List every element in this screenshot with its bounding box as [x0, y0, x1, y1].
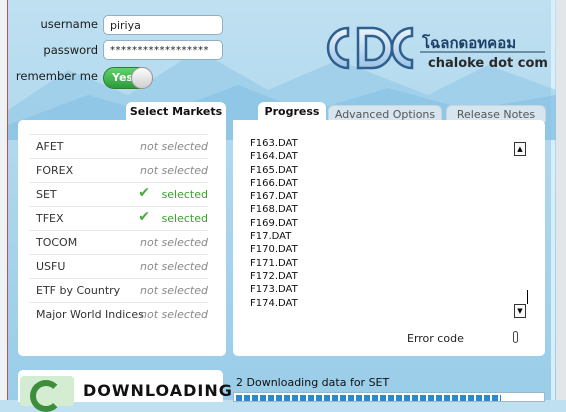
market-status: not selected	[140, 308, 208, 321]
select-markets-title: Select Markets	[126, 102, 226, 122]
market-row-tocom[interactable]: TOCOM not selected	[30, 230, 208, 255]
market-row-major-world-indices[interactable]: Major World Indices not selected	[30, 302, 208, 327]
market-name: TFEX	[36, 212, 64, 225]
download-file-list: F163.DAT F164.DAT F165.DAT F166.DAT F167.DAT…	[250, 137, 380, 310]
market-name: AFET	[36, 140, 64, 153]
file-list-item: F172.DAT	[250, 270, 298, 282]
market-row-afet[interactable]: AFET not selected	[30, 134, 208, 159]
market-row-forex[interactable]: FOREX not selected	[30, 158, 208, 183]
file-list-item: F174.DAT	[250, 297, 298, 309]
toggle-label: Yes	[112, 71, 133, 84]
market-status: not selected	[140, 284, 208, 297]
file-list-item: F173.DAT	[250, 284, 298, 296]
window-left-frame	[0, 0, 8, 400]
download-progress-fill	[236, 395, 501, 401]
market-row-set[interactable]: SET ✔ selected	[30, 182, 208, 207]
market-row-tfex[interactable]: TFEX ✔ selected	[30, 206, 208, 231]
file-list-item: F168.DAT	[250, 204, 298, 216]
tab-progress[interactable]: Progress	[258, 102, 326, 122]
window-right-frame	[556, 0, 566, 400]
market-status: selected	[161, 212, 208, 225]
scroll-up-button[interactable]: ▲	[514, 142, 526, 156]
username-field[interactable]: piriya	[103, 15, 223, 35]
market-name: ETF by Country	[36, 284, 121, 297]
svg-text:โฉลกดอทคอม: โฉลกดอทคอม	[421, 33, 516, 52]
scroll-down-button[interactable]: ▼	[514, 304, 526, 318]
market-status: not selected	[140, 164, 208, 177]
market-row-usfu[interactable]: USFU not selected	[30, 254, 208, 279]
password-label: password	[43, 43, 98, 57]
download-status-text: 2 Downloading data for SET	[236, 376, 390, 389]
error-indicator-icon	[513, 331, 518, 343]
logo-subtitle: chaloke dot com	[428, 56, 548, 71]
remember-me-toggle[interactable]: Yes	[103, 67, 153, 89]
cdc-monogram	[326, 26, 414, 70]
market-status: selected	[161, 188, 208, 201]
file-list-item: F166.DAT	[250, 177, 298, 189]
file-list-scrollbar[interactable]	[516, 158, 528, 300]
market-name: FOREX	[36, 164, 74, 177]
checkmark-icon: ✔	[138, 185, 150, 201]
password-field[interactable]: ******************	[103, 40, 223, 60]
file-list-item: F167.DAT	[250, 191, 298, 203]
market-status: not selected	[140, 140, 208, 153]
file-list-item: F171.DAT	[250, 257, 298, 269]
file-list-item: F165.DAT	[250, 164, 298, 176]
error-code-label: Error code	[407, 332, 464, 345]
file-list-item: F169.DAT	[250, 217, 298, 229]
market-status: not selected	[140, 260, 208, 273]
downloading-label: DOWNLOADING...	[83, 381, 255, 400]
market-name: USFU	[36, 260, 66, 273]
file-list-item: F163.DAT	[250, 138, 298, 149]
remember-me-label: remember me	[15, 69, 98, 83]
toggle-knob	[131, 67, 153, 89]
market-name: SET	[36, 188, 57, 201]
file-list-item: F17.DAT	[250, 231, 292, 243]
scroll-thumb[interactable]	[527, 290, 528, 304]
market-name: TOCOM	[36, 236, 78, 249]
market-status: not selected	[140, 236, 208, 249]
file-list-item: F170.DAT	[250, 244, 298, 256]
download-progress-bar	[233, 392, 545, 402]
username-label: username	[40, 17, 99, 31]
market-name: Major World Indices	[36, 308, 144, 321]
download-c-icon	[30, 380, 62, 412]
file-list-item: F164.DAT	[250, 151, 298, 163]
market-row-etf-by-country[interactable]: ETF by Country not selected	[30, 278, 208, 303]
checkmark-icon: ✔	[138, 209, 150, 225]
